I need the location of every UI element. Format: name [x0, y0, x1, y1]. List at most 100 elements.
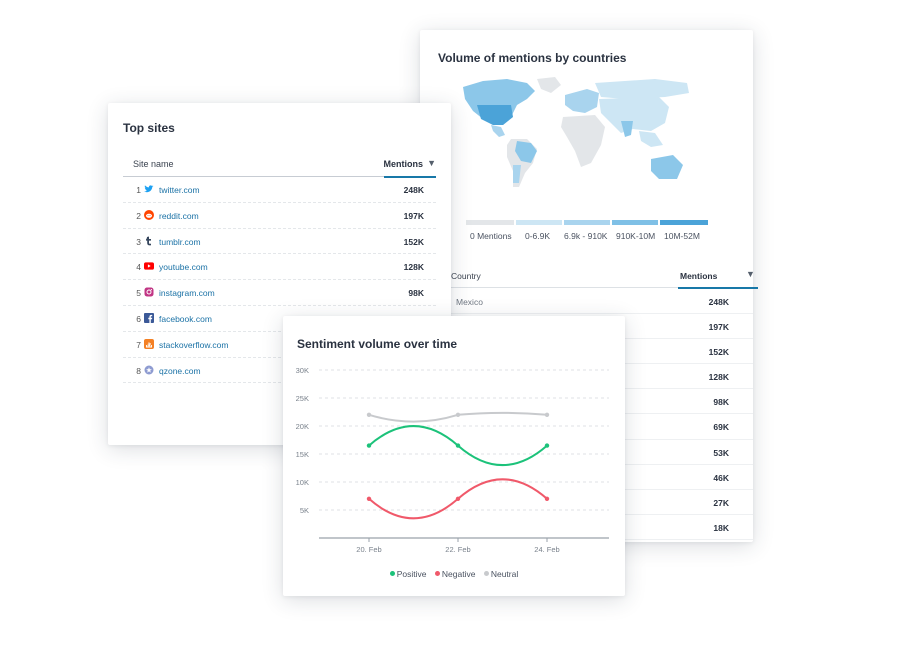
site-link[interactable]: stackoverflow.com — [159, 340, 228, 350]
site-link[interactable]: facebook.com — [159, 314, 212, 324]
site-rank: 6 — [136, 313, 141, 324]
site-rank: 2 — [136, 210, 141, 221]
map-australia — [651, 155, 683, 179]
legend-swatch-0 — [466, 220, 514, 225]
site-mentions: 98K — [408, 288, 424, 299]
legend-dot — [483, 571, 489, 576]
data-point-neutral — [455, 412, 461, 417]
data-point-positive — [366, 443, 372, 448]
legend-label-1: 0-6.9K — [525, 231, 551, 241]
twitter-icon — [144, 184, 154, 194]
y-tick-label: 15K — [296, 450, 309, 459]
site-rank: 4 — [136, 262, 141, 273]
top-sites-title: Top sites — [123, 121, 175, 135]
country-mentions: 152K — [708, 347, 729, 358]
country-column-header[interactable]: Country — [451, 271, 481, 281]
sentiment-line-chart: 5K 10K 15K 20K 25K 30K 20. Feb 22. Feb 24. Feb — [296, 366, 609, 554]
site-link[interactable]: tumblr.com — [159, 237, 201, 247]
country-mentions: 69K — [713, 422, 729, 433]
x-tick-label: 24. Feb — [534, 545, 559, 554]
country-mentions: 128K — [708, 372, 729, 383]
world-map — [455, 75, 720, 205]
table-row: 2 reddit.com 197K — [123, 203, 436, 229]
legend-dot — [434, 571, 440, 576]
table-row: 3 tumblr.com 152K — [123, 229, 436, 255]
site-link[interactable]: youtube.com — [159, 262, 208, 272]
site-link[interactable]: twitter.com — [159, 185, 200, 195]
map-russia — [595, 79, 689, 99]
stackoverflow-icon — [144, 338, 154, 349]
table-row: 1 twitter.com 248K — [123, 177, 436, 203]
y-tick-label: 10K — [296, 478, 309, 487]
youtube-icon — [144, 261, 154, 271]
site-mentions: 152K — [403, 236, 424, 247]
site-rank: 7 — [136, 339, 141, 350]
facebook-icon — [144, 312, 154, 323]
map-southeast-asia — [639, 131, 663, 147]
country-mentions: 197K — [708, 322, 729, 333]
map-usa — [477, 105, 513, 125]
table-row: 4 youtube.com 128K — [123, 254, 436, 281]
country-mentions: 18K — [713, 522, 729, 533]
top-sites-table-header: Site name Mentions ▼ — [123, 155, 436, 178]
legend-label-2: 6.9k - 910K — [564, 231, 608, 241]
map-greenland — [537, 77, 561, 93]
legend-label-4: 10M-52M — [664, 231, 700, 241]
legend-label: Neutral — [490, 569, 519, 579]
mentions-column-header[interactable]: Mentions — [680, 271, 717, 281]
map-africa — [561, 115, 605, 167]
site-mentions: 197K — [403, 210, 424, 221]
legend-swatch-4 — [660, 220, 708, 225]
instagram-icon — [144, 287, 154, 297]
legend-item-neutral[interactable]: Neutral — [483, 569, 519, 579]
table-row: Mexico 248K — [420, 289, 753, 315]
country-mentions: 27K — [713, 497, 729, 508]
data-point-neutral — [366, 412, 372, 417]
data-point-neutral — [544, 412, 550, 417]
site-link[interactable]: reddit.com — [159, 211, 199, 221]
y-tick-label: 30K — [296, 366, 309, 375]
legend-label: Positive — [396, 569, 427, 579]
country-mentions: 98K — [713, 397, 729, 408]
site-link[interactable]: qzone.com — [159, 366, 201, 376]
qzone-icon — [144, 365, 154, 375]
x-tick-label: 22. Feb — [445, 545, 470, 554]
legend-swatch-3 — [612, 220, 658, 225]
y-tick-label: 20K — [296, 422, 309, 431]
country-mentions: 248K — [708, 297, 729, 307]
reddit-icon — [144, 209, 154, 220]
legend-label-0: 0 Mentions — [470, 231, 512, 241]
y-tick-label: 25K — [296, 394, 309, 403]
site-mentions: 248K — [403, 185, 424, 195]
map-legend: 0 Mentions 0-6.9K 6.9k - 910K 910K-10M 1… — [466, 220, 709, 250]
site-rank: 1 — [136, 185, 141, 195]
country-name: Mexico — [456, 297, 483, 307]
site-rank: 5 — [136, 288, 141, 299]
countries-title: Volume of mentions by countries — [438, 51, 627, 65]
legend-dot — [389, 571, 395, 576]
map-asia — [599, 97, 669, 133]
site-mentions: 128K — [403, 262, 424, 273]
sentiment-legend: Positive Negative Neutral — [283, 569, 625, 579]
legend-label: Negative — [441, 569, 476, 579]
legend-label-3: 910K-10M — [616, 231, 656, 241]
legend-item-positive[interactable]: Positive — [389, 569, 427, 579]
legend-swatch-1 — [516, 220, 562, 225]
map-mexico — [491, 125, 505, 137]
data-point-negative — [366, 496, 372, 501]
legend-swatch-2 — [564, 220, 610, 225]
country-mentions: 53K — [713, 447, 729, 458]
legend-item-negative[interactable]: Negative — [434, 569, 476, 579]
country-mentions: 46K — [713, 472, 729, 483]
sort-down-icon[interactable]: ▼ — [746, 269, 755, 279]
site-name-column-header[interactable]: Site name — [133, 159, 174, 169]
data-point-negative — [455, 496, 461, 501]
mentions-column-header[interactable]: Mentions — [384, 159, 424, 169]
site-rank: 3 — [136, 236, 141, 247]
map-europe — [565, 89, 599, 113]
sort-down-icon[interactable]: ▼ — [427, 158, 436, 168]
x-tick-label: 20. Feb — [356, 545, 381, 554]
sentiment-card: Sentiment volume over time 5K 10K 15K 20K 25… — [283, 316, 625, 596]
countries-table-header: Country Mentions ▼ — [448, 266, 758, 289]
site-link[interactable]: instagram.com — [159, 288, 215, 298]
